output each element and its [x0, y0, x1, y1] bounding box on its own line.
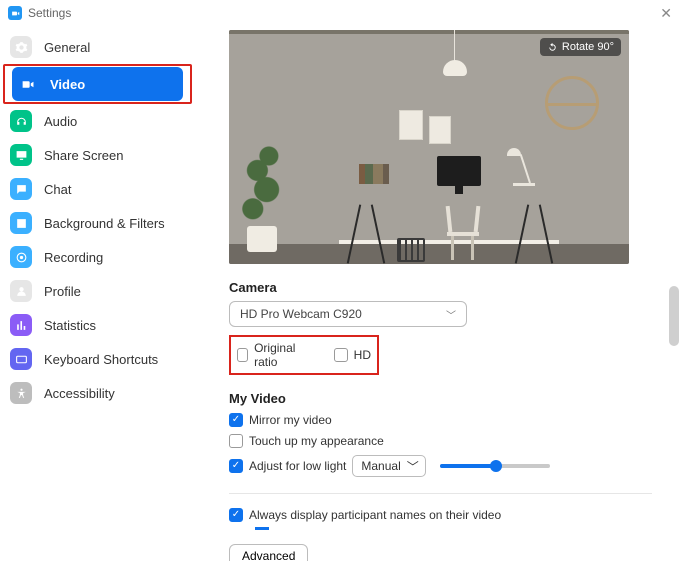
advanced-label: Advanced	[242, 549, 295, 561]
low-light-row: Adjust for low light Manual ﹀	[229, 455, 652, 477]
background-icon	[10, 212, 32, 234]
gear-icon	[10, 36, 32, 58]
advanced-button[interactable]: Advanced	[229, 544, 308, 561]
camera-preview: Rotate 90°	[229, 30, 629, 264]
sidebar-item-accessibility[interactable]: Accessibility	[0, 376, 195, 410]
scrollbar-thumb[interactable]	[669, 286, 679, 346]
sidebar-item-label: Background & Filters	[44, 216, 165, 231]
chat-icon	[10, 178, 32, 200]
sidebar-item-label: Keyboard Shortcuts	[44, 352, 158, 367]
sidebar-item-audio[interactable]: Audio	[0, 104, 195, 138]
participant-names-label: Always display participant names on thei…	[249, 508, 501, 522]
checkbox-icon	[229, 413, 243, 427]
touch-up-checkbox[interactable]: Touch up my appearance	[229, 434, 652, 448]
titlebar: Settings ✕	[0, 0, 680, 26]
sidebar-item-label: Chat	[44, 182, 71, 197]
checkbox-icon	[229, 508, 243, 522]
camera-select[interactable]: HD Pro Webcam C920 ﹀	[229, 301, 467, 327]
hd-checkbox[interactable]: HD	[334, 348, 371, 362]
rotate-label: Rotate 90°	[562, 41, 614, 53]
sidebar-item-share-screen[interactable]: Share Screen	[0, 138, 195, 172]
sidebar-item-label: General	[44, 40, 90, 55]
app-logo-icon	[8, 6, 22, 20]
content-pane: Rotate 90° Camera HD Pro Webcam C920 ﹀ O…	[195, 26, 680, 561]
slider-thumb[interactable]	[490, 460, 502, 472]
low-light-checkbox[interactable]: Adjust for low light	[229, 459, 346, 473]
low-light-mode-value: Manual	[361, 459, 400, 473]
low-light-slider[interactable]	[440, 464, 550, 468]
sidebar-item-label: Video	[50, 77, 85, 92]
stats-icon	[10, 314, 32, 336]
accessibility-icon	[10, 382, 32, 404]
chevron-down-icon: ﹀	[446, 307, 456, 322]
touch-up-label: Touch up my appearance	[249, 434, 384, 448]
sidebar-item-recording[interactable]: Recording	[0, 240, 195, 274]
checkbox-icon	[334, 348, 348, 362]
original-ratio-checkbox[interactable]: Original ratio	[237, 341, 306, 369]
low-light-label: Adjust for low light	[249, 459, 346, 473]
share-screen-icon	[10, 144, 32, 166]
checkbox-icon	[229, 434, 243, 448]
sidebar-item-label: Statistics	[44, 318, 96, 333]
record-icon	[10, 246, 32, 268]
video-icon	[16, 73, 38, 95]
rotate-90-button[interactable]: Rotate 90°	[540, 38, 621, 56]
headphones-icon	[10, 110, 32, 132]
mirror-video-checkbox[interactable]: Mirror my video	[229, 413, 652, 427]
sidebar-item-background-filters[interactable]: Background & Filters	[0, 206, 195, 240]
annotation-highlight-ratio: Original ratio HD	[229, 335, 379, 375]
active-underline	[255, 527, 269, 530]
hd-label: HD	[354, 348, 371, 362]
keyboard-icon	[10, 348, 32, 370]
sidebar-item-label: Share Screen	[44, 148, 124, 163]
sidebar-item-chat[interactable]: Chat	[0, 172, 195, 206]
camera-select-value: HD Pro Webcam C920	[240, 307, 362, 321]
profile-icon	[10, 280, 32, 302]
original-ratio-label: Original ratio	[254, 341, 306, 369]
sidebar-item-label: Profile	[44, 284, 81, 299]
checkbox-icon	[229, 459, 243, 473]
chevron-down-icon: ﹀	[407, 458, 419, 475]
rotate-icon	[547, 42, 558, 53]
window-title: Settings	[28, 6, 71, 20]
sidebar-item-video[interactable]: Video	[12, 67, 183, 101]
low-light-mode-select[interactable]: Manual ﹀	[352, 455, 425, 477]
sidebar-item-label: Audio	[44, 114, 77, 129]
sidebar-item-keyboard-shortcuts[interactable]: Keyboard Shortcuts	[0, 342, 195, 376]
divider	[229, 493, 652, 494]
annotation-highlight-video: Video	[3, 64, 192, 104]
sidebar-item-general[interactable]: General	[0, 30, 195, 64]
close-icon[interactable]: ✕	[660, 5, 672, 22]
checkbox-icon	[237, 348, 248, 362]
participant-names-checkbox[interactable]: Always display participant names on thei…	[229, 508, 652, 522]
sidebar-item-label: Accessibility	[44, 386, 115, 401]
sidebar-item-label: Recording	[44, 250, 103, 265]
sidebar: General Video Audio Share Screen Chat Ba…	[0, 26, 195, 561]
mirror-video-label: Mirror my video	[249, 413, 332, 427]
camera-heading: Camera	[229, 280, 652, 295]
sidebar-item-statistics[interactable]: Statistics	[0, 308, 195, 342]
my-video-heading: My Video	[229, 391, 652, 406]
sidebar-item-profile[interactable]: Profile	[0, 274, 195, 308]
